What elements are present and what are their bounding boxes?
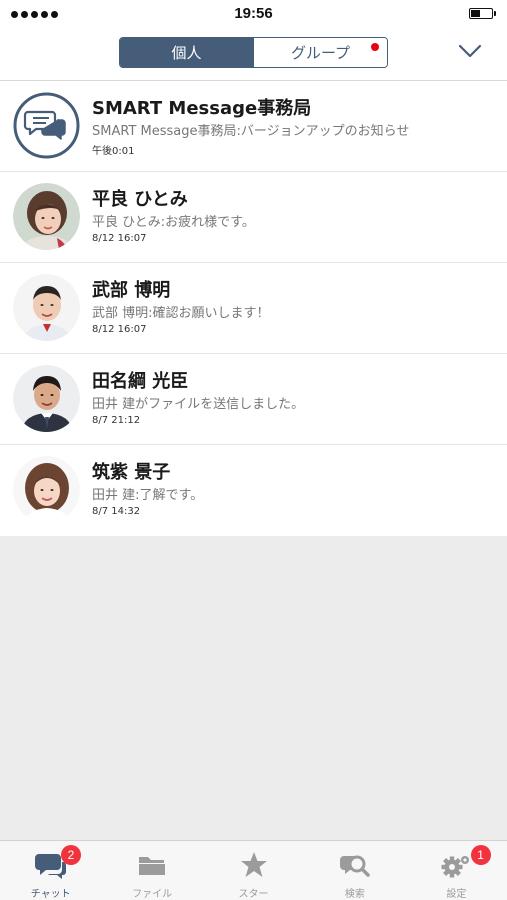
gear-icon [441,856,470,878]
chat-time: 8/12 16:07 [92,233,147,244]
tab-search-label: 検索 [344,889,365,900]
tab-search[interactable]: 検索 [304,841,405,900]
chat-name: SMART Message事務局 [92,98,312,119]
search-icon [339,855,370,877]
tab-file[interactable]: ファイル [101,841,202,900]
segment-group-label: グループ [290,44,351,62]
chevron-down-icon[interactable] [457,42,483,60]
chat-time: 午後0:01 [92,146,135,157]
chat-bubbles-icon [13,92,80,159]
tab-settings[interactable]: 1 設定 [406,841,507,900]
tab-bar: 2 チャット ファイル スター 検索 1 設定 [0,840,507,900]
chat-name: 筑紫 景子 [92,462,171,483]
folder-icon [139,857,166,875]
chat-name: 平良 ひとみ [92,189,188,210]
tab-star-label: スター [238,889,269,900]
chat-row[interactable]: 筑紫 景子 田井 建:了解です。 8/7 14:32 [0,445,507,536]
chat-time: 8/7 21:12 [92,415,141,426]
status-bar: 19:56 [0,0,507,28]
segment-personal-label: 個人 [171,44,202,62]
tab-star[interactable]: スター [203,841,304,900]
tab-settings-label: 設定 [446,889,467,900]
header: 個人 グループ [0,28,507,81]
chat-row[interactable]: 平良 ひとみ 平良 ひとみ:お疲れ様です。 8/12 16:07 [0,172,507,263]
chat-time: 8/7 14:32 [92,506,141,517]
chat-row[interactable]: 田名綱 光臣 田井 建がファイルを送信しました。 8/7 21:12 [0,354,507,445]
battery-icon [469,8,496,19]
star-icon [240,852,267,877]
chat-preview: 田井 建がファイルを送信しました。 [92,397,305,412]
chat-row[interactable]: 武部 博明 武部 博明:確認お願いします！ 8/12 16:07 [0,263,507,354]
tab-file-label: ファイル [132,889,173,900]
avatar [13,274,80,341]
avatar [13,183,80,250]
app-screen: 19:56 個人 グループ SMART Message事務局 SMART Mes… [0,0,507,900]
segment-group[interactable]: グループ [253,38,387,67]
chat-row[interactable]: SMART Message事務局 SMART Message事務局:バージョンア… [0,81,507,172]
chat-preview: 田井 建:了解です。 [92,488,204,503]
chat-name: 武部 博明 [92,280,171,301]
avatar [13,365,80,432]
tab-chat[interactable]: 2 チャット [0,841,101,900]
avatar [13,456,80,523]
chat-preview: SMART Message事務局:バージョンアップのお知らせ [92,124,410,139]
segment-personal[interactable]: 個人 [120,38,253,67]
chat-preview: 平良 ひとみ:お疲れ様です。 [92,215,255,230]
chat-list: SMART Message事務局 SMART Message事務局:バージョンア… [0,81,507,536]
chat-unread-badge: 2 [61,845,81,865]
chat-time: 8/12 16:07 [92,324,147,335]
tab-chat-label: チャット [30,889,71,900]
status-time: 19:56 [234,5,273,22]
settings-badge: 1 [470,845,491,865]
battery-level [471,10,480,17]
chat-type-segmented-control: 個人 グループ [119,37,388,68]
chat-preview: 武部 博明:確認お願いします！ [92,306,270,321]
chat-name: 田名綱 光臣 [92,371,189,392]
unread-dot [371,43,379,51]
